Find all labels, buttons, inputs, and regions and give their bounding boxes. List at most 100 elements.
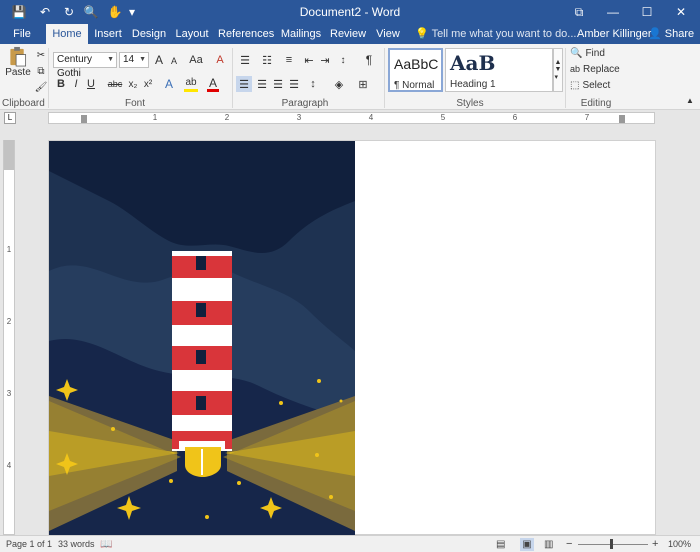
find-button[interactable]: 🔍 Find xyxy=(570,46,605,60)
page-count[interactable]: Page 1 of 1 xyxy=(6,538,52,551)
paragraph-group-label: Paragraph xyxy=(281,98,329,109)
right-indent-marker[interactable] xyxy=(619,115,625,123)
redo-icon[interactable]: ↻ xyxy=(60,3,78,21)
customize-qat-icon[interactable]: ▾ xyxy=(126,3,138,21)
bold-button[interactable]: B xyxy=(55,76,67,92)
font-color-button[interactable]: A xyxy=(207,76,219,92)
title-bar: 💾 ↶ ↻ 🔍 ✋ ▾ Document2 - Word ⧉ — ☐ ✕ xyxy=(0,0,700,24)
tab-selector[interactable]: L xyxy=(4,112,16,124)
clear-formatting-button[interactable]: A xyxy=(212,52,228,68)
ruler-number: 2 xyxy=(6,317,12,326)
multilevel-list-icon[interactable]: ≡ xyxy=(280,52,298,68)
share-button[interactable]: 👤 Share xyxy=(648,26,694,42)
tab-design[interactable]: Design xyxy=(130,24,168,44)
sort-icon[interactable]: ↕ xyxy=(336,52,350,68)
left-indent-marker[interactable] xyxy=(81,115,87,123)
font-name-box[interactable]: Century Gothi ▼ xyxy=(53,52,117,79)
clipboard-icon xyxy=(10,46,27,67)
replace-button[interactable]: ab Replace xyxy=(570,62,620,76)
align-left-icon[interactable]: ☰ xyxy=(236,76,252,92)
user-name[interactable]: Amber Killinger xyxy=(577,24,652,44)
lighthouse-illustration[interactable] xyxy=(49,141,355,536)
subscript-button[interactable]: x₂ xyxy=(127,76,139,92)
minimize-button[interactable]: — xyxy=(596,0,630,24)
select-button[interactable]: ⬚ Select xyxy=(570,78,610,92)
tell-me-text: Tell me what you want to do... xyxy=(431,28,577,40)
grow-font-button[interactable]: A xyxy=(152,52,166,68)
italic-button[interactable]: I xyxy=(70,76,82,92)
font-group-label: Font xyxy=(124,98,145,109)
document-page[interactable] xyxy=(48,140,656,536)
increase-indent-icon[interactable]: ⇥ xyxy=(318,52,332,68)
vertical-scrollbar-thumb[interactable] xyxy=(4,140,14,170)
tab-view[interactable]: View xyxy=(374,24,402,44)
maximize-button[interactable]: ☐ xyxy=(630,0,664,24)
tab-home[interactable]: Home xyxy=(46,24,88,44)
style-heading-1[interactable]: AaB Heading 1 xyxy=(445,48,553,92)
ruler-number: 4 xyxy=(6,461,12,470)
replace-label: Replace xyxy=(583,63,620,75)
web-layout-icon[interactable]: ▥ xyxy=(544,538,553,551)
strikethrough-button[interactable]: abc xyxy=(106,76,124,92)
align-center-icon[interactable]: ☰ xyxy=(254,76,270,92)
ruler-number: 3 xyxy=(6,389,12,398)
word-count[interactable]: 33 words xyxy=(58,538,95,551)
close-button[interactable]: ✕ xyxy=(664,0,698,24)
paste-label: Paste xyxy=(5,67,31,78)
zoom-in-button[interactable]: + xyxy=(652,538,658,551)
ribbon-home: Paste ✂ ⧉ 🖌 Clipboard Century Gothi ▼ 14 ▼… xyxy=(0,44,700,110)
ribbon-display-options-icon[interactable]: ⧉ xyxy=(562,0,596,24)
superscript-button[interactable]: x² xyxy=(142,76,154,92)
copy-icon[interactable]: ⧉ xyxy=(34,64,48,78)
clipboard-group-label: Clipboard xyxy=(2,98,45,109)
style-name: ¶ Normal xyxy=(394,80,435,91)
shading-icon[interactable]: ◈ xyxy=(330,76,348,92)
read-mode-icon[interactable]: ▤ xyxy=(496,538,505,551)
undo-icon[interactable]: ↶ xyxy=(36,3,54,21)
line-spacing-icon[interactable]: ↕ xyxy=(304,76,322,92)
collapse-ribbon-icon[interactable]: ▲ xyxy=(684,94,696,106)
touch-mode-icon[interactable]: ✋ xyxy=(106,3,124,21)
text-effects-button[interactable]: A xyxy=(162,76,176,92)
numbering-icon[interactable]: ☷ xyxy=(258,52,276,68)
styles-scroll[interactable]: ▲ ▼ ▾ xyxy=(553,48,563,92)
justify-icon[interactable]: ☰ xyxy=(286,76,302,92)
divider xyxy=(232,48,233,108)
zoom-level[interactable]: 100% xyxy=(668,538,691,551)
window-title: Document2 - Word xyxy=(299,5,401,19)
highlight-button[interactable]: ab xyxy=(184,76,198,92)
print-preview-icon[interactable]: 🔍 xyxy=(82,3,100,21)
paste-button[interactable]: Paste xyxy=(4,46,32,78)
tab-file[interactable]: File xyxy=(8,24,36,44)
tell-me-box[interactable]: 💡 Tell me what you want to do... xyxy=(415,24,576,44)
show-formatting-button[interactable]: ¶ xyxy=(362,52,376,68)
replace-icon: ab xyxy=(570,64,581,74)
proofing-icon[interactable]: 📖 xyxy=(100,538,112,551)
vertical-ruler[interactable]: 1 2 3 4 xyxy=(3,140,15,535)
decrease-indent-icon[interactable]: ⇤ xyxy=(302,52,316,68)
borders-icon[interactable]: ⊞ xyxy=(354,76,372,92)
style-sample: AaBbC xyxy=(394,56,439,72)
zoom-slider-thumb[interactable] xyxy=(610,539,613,549)
tab-layout[interactable]: Layout xyxy=(174,24,210,44)
change-case-button[interactable]: Aa xyxy=(185,52,207,68)
shrink-font-button[interactable]: A xyxy=(168,53,180,69)
zoom-slider[interactable] xyxy=(578,544,648,545)
tab-mailings[interactable]: Mailings xyxy=(280,24,322,44)
print-layout-icon[interactable]: ▣ xyxy=(520,538,534,551)
underline-button[interactable]: U xyxy=(85,76,97,92)
tab-insert[interactable]: Insert xyxy=(90,24,126,44)
tab-references[interactable]: References xyxy=(218,24,274,44)
tab-review[interactable]: Review xyxy=(330,24,366,44)
format-painter-icon[interactable]: 🖌 xyxy=(34,80,48,94)
save-icon[interactable]: 💾 xyxy=(10,3,28,21)
cut-icon[interactable]: ✂ xyxy=(34,48,48,62)
ribbon-tabs: File Home Insert Design Layout Reference… xyxy=(0,24,700,44)
style-normal[interactable]: AaBbC ¶ Normal xyxy=(388,48,443,92)
bullets-icon[interactable]: ☰ xyxy=(236,52,254,68)
horizontal-ruler[interactable]: 1 2 3 4 5 6 7 xyxy=(48,112,655,124)
zoom-out-button[interactable]: − xyxy=(566,538,572,551)
person-icon: 👤 xyxy=(648,28,662,40)
font-size-box[interactable]: 14 ▼ xyxy=(119,52,149,68)
align-right-icon[interactable]: ☰ xyxy=(270,76,286,92)
